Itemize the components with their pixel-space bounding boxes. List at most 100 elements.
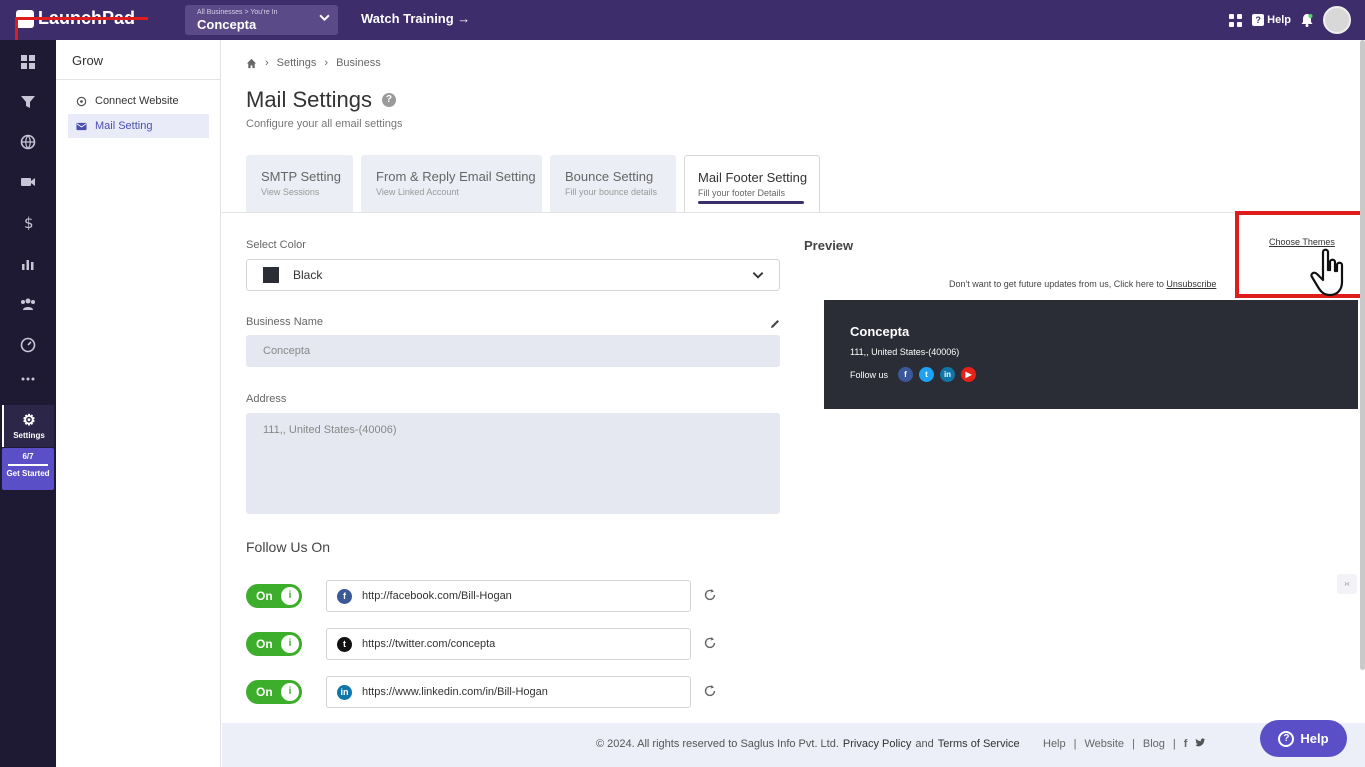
dollar-icon[interactable]: $ [20, 214, 36, 230]
footer-blog-link[interactable]: Blog [1143, 738, 1165, 750]
facebook-url-input[interactable]: f http://facebook.com/Bill-Hogan [326, 580, 691, 612]
unsubscribe-link[interactable]: Unsubscribe [1166, 279, 1216, 289]
business-selector[interactable]: All Businesses > You're In Concepta [185, 5, 338, 35]
help-floating-button[interactable]: ? Help [1260, 720, 1347, 757]
get-started-label: Get Started [6, 469, 50, 478]
breadcrumb-business[interactable]: Business [336, 57, 381, 69]
refresh-icon[interactable] [703, 684, 717, 698]
linkedin-icon: in [337, 684, 352, 700]
twitter-toggle[interactable]: On i [246, 632, 302, 656]
color-select-value: Black [293, 268, 323, 282]
active-tab-indicator [698, 201, 804, 204]
scrollbar[interactable] [1360, 40, 1365, 670]
tab-subtitle: Fill your bounce details [565, 187, 658, 197]
info-icon: i [281, 587, 299, 605]
breadcrumb-settings[interactable]: Settings [277, 57, 317, 69]
toggle-label: On [256, 685, 273, 699]
facebook-url: http://facebook.com/Bill-Hogan [362, 590, 512, 602]
gauge-icon[interactable] [20, 337, 36, 353]
privacy-policy-link[interactable]: Privacy Policy [843, 738, 911, 750]
tab-title: From & Reply Email Setting [376, 169, 536, 184]
tab-smtp-setting[interactable]: SMTP Setting View Sessions [246, 155, 353, 213]
bell-icon[interactable] [1301, 13, 1313, 27]
linkedin-url-input[interactable]: in https://www.linkedin.com/in/Bill-Hoga… [326, 676, 691, 708]
mail-icon [76, 122, 87, 130]
globe-icon[interactable] [20, 134, 36, 150]
footer-help-link[interactable]: Help [1043, 738, 1066, 750]
help-icon: ? [1252, 14, 1265, 26]
refresh-icon[interactable] [703, 588, 717, 602]
footer-and: and [915, 738, 934, 750]
chevron-down-icon [319, 12, 330, 26]
business-name-label: Business Name [246, 316, 324, 328]
watch-training-link[interactable]: Watch Training → [361, 11, 470, 26]
tab-from-reply-email[interactable]: From & Reply Email Setting View Linked A… [361, 155, 542, 213]
main-content: › Settings › Business Mail Settings ? Co… [222, 40, 1365, 723]
more-icon[interactable] [20, 371, 36, 387]
facebook-toggle[interactable]: On i [246, 584, 302, 608]
funnel-icon[interactable] [20, 94, 36, 110]
settings-subnav: Grow Connect Website Mail Setting [56, 40, 221, 767]
subnav-item-label: Connect Website [95, 95, 179, 107]
footer-copyright: © 2024. All rights reserved to Saglus In… [596, 738, 839, 750]
video-icon[interactable] [20, 174, 36, 190]
toggle-label: On [256, 589, 273, 603]
info-icon: i [281, 683, 299, 701]
collapse-icon[interactable]: ›‹ [1337, 574, 1357, 594]
social-row-linkedin: On i in https://www.linkedin.com/in/Bill-… [246, 676, 721, 708]
tabs-divider [222, 212, 1365, 213]
business-name-field: Concepta [246, 335, 780, 367]
tab-bounce-setting[interactable]: Bounce Setting Fill your bounce details [550, 155, 676, 213]
avatar[interactable] [1323, 6, 1351, 34]
refresh-icon[interactable] [703, 636, 717, 650]
footer-website-link[interactable]: Website [1084, 738, 1124, 750]
social-row-facebook: On i f http://facebook.com/Bill-Hogan [246, 580, 721, 612]
footer-copyright-row: © 2024. All rights reserved to Saglus In… [596, 738, 1020, 750]
linkedin-icon[interactable]: in [940, 367, 956, 382]
tab-subtitle: Fill your footer Details [698, 188, 786, 198]
users-icon[interactable] [20, 296, 36, 312]
get-started-progress[interactable]: 6/7 Get Started [2, 448, 54, 490]
twitter-url-input[interactable]: t https://twitter.com/concepta [326, 628, 691, 660]
rail-settings[interactable]: ⚙ Settings [2, 405, 54, 447]
terms-link[interactable]: Terms of Service [938, 738, 1020, 750]
settings-tabs: SMTP Setting View Sessions From & Reply … [246, 155, 820, 213]
facebook-icon[interactable]: f [898, 367, 914, 382]
youtube-icon[interactable]: ▶ [961, 367, 977, 382]
tab-subtitle: View Linked Account [376, 187, 459, 197]
apps-grid-icon[interactable] [1229, 13, 1243, 27]
address-field: 111,, United States-(40006) [246, 413, 780, 514]
subnav-item-connect-website[interactable]: Connect Website [68, 89, 209, 113]
help-circle-icon: ? [1278, 730, 1295, 747]
twitter-icon[interactable]: t [919, 367, 935, 382]
pencil-icon[interactable] [769, 318, 781, 330]
tab-subtitle: View Sessions [261, 187, 320, 197]
twitter-url: https://twitter.com/concepta [362, 638, 496, 650]
svg-text:$: $ [24, 214, 34, 230]
progress-bar [8, 464, 48, 466]
gear-icon: ⚙ [22, 412, 36, 429]
tab-mail-footer-setting[interactable]: Mail Footer Setting Fill your footer Det… [684, 155, 820, 213]
preview-follow-label: Follow us [850, 369, 889, 380]
subnav-item-mail-setting[interactable]: Mail Setting [68, 114, 209, 138]
help-link[interactable]: ? Help [1252, 14, 1291, 26]
progress-count: 6/7 [22, 452, 34, 461]
twitter-icon[interactable] [1195, 738, 1206, 748]
dashboard-icon[interactable] [20, 54, 36, 70]
business-selector-caption: All Businesses > You're In [197, 9, 278, 16]
subnav-title: Grow [56, 40, 220, 80]
footer-links: Help | Website | Blog | f [1043, 738, 1206, 750]
social-row-twitter: On i t https://twitter.com/concepta [246, 628, 721, 660]
select-color-label: Select Color [246, 239, 306, 251]
unsubscribe-text: Don't want to get future updates from us… [949, 279, 1164, 289]
color-select[interactable]: Black [246, 259, 780, 291]
help-circle-icon[interactable]: ? [381, 93, 396, 107]
home-icon[interactable] [246, 58, 257, 69]
footer-preview-card: Concepta 111,, United States-(40006) Fol… [824, 300, 1358, 409]
help-floating-label: Help [1300, 731, 1329, 746]
facebook-icon[interactable]: f [1184, 738, 1188, 750]
subnav-item-label: Mail Setting [95, 120, 153, 132]
linkedin-toggle[interactable]: On i [246, 680, 302, 704]
reports-icon[interactable] [20, 256, 36, 272]
top-bar: LaunchPad All Businesses > You're In Con… [0, 0, 1365, 40]
